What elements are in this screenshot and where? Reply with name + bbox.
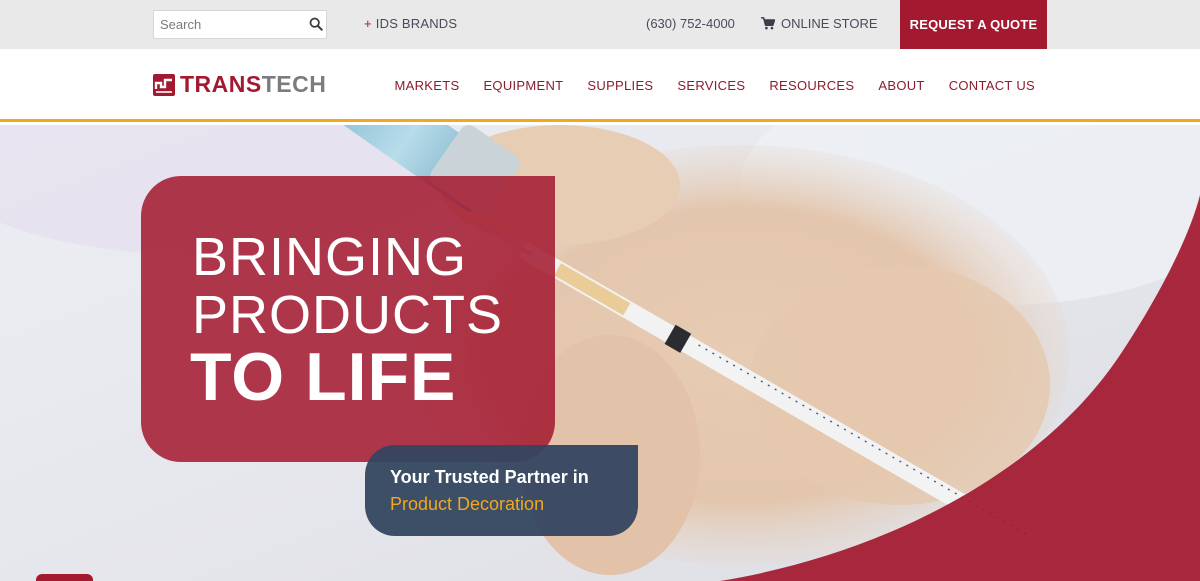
tagline-line-1: Your Trusted Partner in <box>390 467 589 487</box>
nav-markets[interactable]: MARKETS <box>394 78 459 93</box>
search-input[interactable] <box>154 11 304 38</box>
utility-bar: +IDS BRANDS (630) 752-4000 ONLINE STORE … <box>0 0 1200 49</box>
logo-trans: TRANS <box>180 71 262 97</box>
ids-brands-plus: + <box>364 16 372 31</box>
nav-contact-us[interactable]: CONTACT US <box>949 78 1035 93</box>
phone-link[interactable]: (630) 752-4000 <box>646 16 735 31</box>
ids-brands-link[interactable]: + IDS BRANDS <box>364 16 457 31</box>
chat-tab[interactable] <box>36 574 93 581</box>
online-store-link[interactable]: ONLINE STORE <box>761 16 878 31</box>
nav-services[interactable]: SERVICES <box>677 78 745 93</box>
logo-text: TRANSTECH <box>180 73 326 96</box>
headline-line-3: TO LIFE <box>190 339 457 415</box>
hero-banner: BRINGING PRODUCTS TO LIFE Your Trusted P… <box>0 125 1200 581</box>
cart-icon <box>761 17 775 30</box>
nav-about[interactable]: ABOUT <box>878 78 924 93</box>
online-store-label: ONLINE STORE <box>781 16 878 31</box>
ids-brands-label: IDS BRANDS <box>375 16 458 31</box>
main-nav: MARKETS EQUIPMENT SUPPLIES SERVICES RESO… <box>394 78 1035 93</box>
logo-mark-icon <box>153 73 175 96</box>
tagline-panel <box>365 445 638 536</box>
nav-resources[interactable]: RESOURCES <box>769 78 854 93</box>
headline-line-2: PRODUCTS <box>192 285 504 345</box>
logo[interactable]: TRANSTECH <box>153 73 326 96</box>
main-header: TRANSTECH MARKETS EQUIPMENT SUPPLIES SER… <box>0 49 1200 122</box>
headline-line-1: BRINGING <box>192 227 468 287</box>
nav-equipment[interactable]: EQUIPMENT <box>483 78 563 93</box>
tagline-line-2: Product Decoration <box>390 494 545 514</box>
search-box <box>153 10 327 39</box>
logo-tech: TECH <box>261 71 327 97</box>
request-quote-button[interactable]: REQUEST A QUOTE <box>900 0 1047 49</box>
search-icon[interactable] <box>309 17 323 31</box>
nav-supplies[interactable]: SUPPLIES <box>587 78 653 93</box>
